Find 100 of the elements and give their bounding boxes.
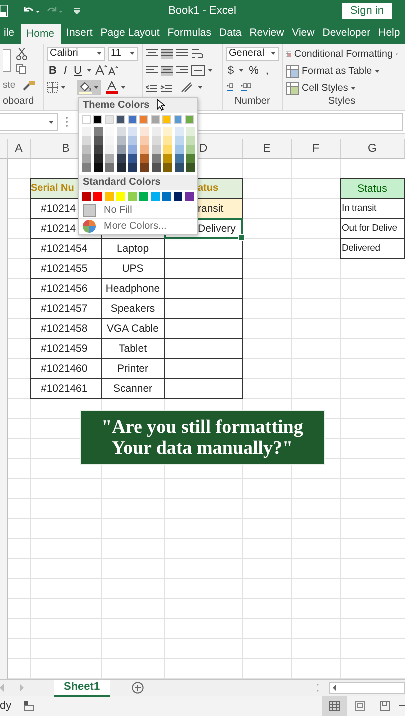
caption-line: "Are you still formatting <box>102 416 304 438</box>
indent-icon[interactable] <box>146 82 172 92</box>
normal-view-button[interactable] <box>322 696 347 716</box>
ribbon-tab[interactable]: Home <box>20 24 61 44</box>
ribbon-tab[interactable]: Developer <box>318 22 375 44</box>
swatch-icon <box>83 204 96 217</box>
color-shades[interactable] <box>82 127 91 172</box>
caret-icon <box>239 69 244 72</box>
page-icon <box>354 701 364 711</box>
color-shades[interactable] <box>174 127 184 172</box>
color-shades[interactable] <box>152 127 161 172</box>
comma-button[interactable]: , <box>264 63 271 78</box>
italic-button[interactable]: I <box>62 63 70 78</box>
align-icon[interactable] <box>161 66 173 76</box>
align-icon[interactable] <box>176 48 188 58</box>
color-swatch[interactable] <box>104 115 114 124</box>
color-swatch[interactable] <box>174 192 182 201</box>
ribbon-tab[interactable]: Review <box>246 22 288 44</box>
align-icon[interactable] <box>176 66 188 76</box>
align-icon[interactable] <box>146 48 158 58</box>
corner-cell[interactable] <box>0 139 8 159</box>
color-swatch[interactable] <box>139 192 148 201</box>
ribbon-tab[interactable]: Page Layout <box>96 22 164 44</box>
fill-handle[interactable] <box>238 234 245 241</box>
copy-icon[interactable] <box>16 64 28 74</box>
percent-button[interactable]: % <box>247 63 261 78</box>
color-swatch[interactable] <box>150 115 160 124</box>
paste-label[interactable]: ste <box>3 80 16 91</box>
color-swatch[interactable] <box>162 192 172 201</box>
ribbon-tab[interactable]: View <box>288 22 319 44</box>
customize-icon[interactable] <box>74 8 80 14</box>
scroll-bar[interactable] <box>329 682 405 694</box>
number-format-field[interactable]: General <box>226 46 279 60</box>
table-icon <box>286 82 299 94</box>
color-shades[interactable] <box>140 127 149 172</box>
ribbon-tab[interactable]: Formulas <box>164 22 216 44</box>
conditional-formatting-button[interactable]: Conditional Formatting <box>286 46 398 62</box>
font-name-field[interactable]: Calibri <box>47 46 105 60</box>
color-swatch[interactable] <box>116 192 126 201</box>
status-text: dy <box>0 700 12 712</box>
add-sheet-icon[interactable] <box>132 682 144 694</box>
color-swatch[interactable] <box>162 115 172 124</box>
sheet-tab[interactable]: Sheet1 <box>54 680 110 696</box>
ribbon-tab[interactable]: Data <box>216 22 246 44</box>
caret-icon <box>271 52 276 55</box>
color-shades[interactable] <box>94 127 103 172</box>
fill-color-button[interactable] <box>77 80 101 95</box>
column-header[interactable]: E <box>243 139 292 159</box>
align-icon[interactable] <box>146 66 158 76</box>
ribbon-tab[interactable]: Help <box>374 22 404 44</box>
macro-icon[interactable] <box>24 701 34 711</box>
orientation-icon[interactable] <box>181 82 195 93</box>
bold-button[interactable]: B <box>47 63 59 78</box>
clipboard-icon[interactable] <box>3 48 12 74</box>
color-swatch[interactable] <box>82 192 91 201</box>
borders-icon[interactable] <box>47 82 58 93</box>
column-header[interactable]: A <box>8 139 31 159</box>
format-painter-icon[interactable] <box>22 80 35 90</box>
font-color-icon[interactable] <box>106 81 118 94</box>
color-swatch[interactable] <box>185 192 194 201</box>
caret-icon <box>61 86 66 89</box>
color-swatch[interactable] <box>82 115 91 124</box>
color-swatch[interactable] <box>128 115 137 124</box>
color-swatch[interactable] <box>116 115 126 124</box>
column-header[interactable]: F <box>292 139 341 159</box>
table-icon <box>286 64 299 78</box>
sign-in-button[interactable]: Sign in <box>342 3 392 19</box>
color-swatch[interactable] <box>139 115 148 124</box>
decimal-icon[interactable] <box>226 82 254 92</box>
caret-icon <box>97 52 102 55</box>
color-swatch[interactable] <box>128 192 137 201</box>
format-as-table-button[interactable]: Format as Table <box>286 63 398 79</box>
column-header[interactable]: G <box>341 139 405 159</box>
merge-icon[interactable] <box>191 65 205 76</box>
save-icon[interactable] <box>0 5 8 17</box>
currency-button[interactable]: $ <box>226 63 236 78</box>
color-shades[interactable] <box>163 127 172 172</box>
page-break-icon <box>380 701 390 711</box>
align-icon[interactable] <box>161 48 173 58</box>
color-shades[interactable] <box>128 127 138 172</box>
caret-icon <box>351 86 356 90</box>
color-swatch[interactable] <box>104 192 114 201</box>
wrap-text-icon[interactable] <box>191 48 203 60</box>
caret-icon <box>198 86 203 89</box>
cell-styles-button[interactable]: Cell Styles <box>286 80 398 96</box>
underline-button[interactable]: U <box>72 63 84 78</box>
color-swatch[interactable] <box>93 115 102 124</box>
font-size-icon[interactable] <box>94 65 119 76</box>
more-colors-item[interactable]: More Colors... <box>79 218 197 234</box>
color-swatch[interactable] <box>185 115 194 124</box>
ribbon-tab[interactable]: Insert <box>62 22 97 44</box>
color-shades[interactable] <box>116 127 126 172</box>
cut-icon[interactable] <box>16 48 28 60</box>
font-size-field[interactable]: 11 <box>108 46 138 60</box>
color-swatch[interactable] <box>174 115 182 124</box>
color-swatch[interactable] <box>93 192 102 201</box>
color-swatch[interactable] <box>150 192 160 201</box>
ribbon-tab[interactable]: ile <box>0 22 19 44</box>
color-shades[interactable] <box>186 127 196 172</box>
color-shades[interactable] <box>105 127 114 172</box>
